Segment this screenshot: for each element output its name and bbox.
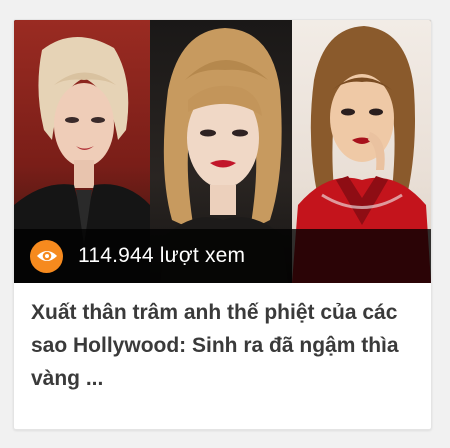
article-title[interactable]: Xuất thân trâm anh thế phiệt của các sao… [31, 296, 415, 395]
eye-icon [30, 239, 63, 273]
view-count-bar: 114.944 lượt xem [14, 229, 431, 283]
view-count: 114.944 lượt xem [78, 244, 246, 267]
article-card[interactable]: 114.944 lượt xem Xuất thân trâm anh thế … [13, 19, 432, 430]
article-thumbnail[interactable]: 114.944 lượt xem [14, 20, 431, 283]
